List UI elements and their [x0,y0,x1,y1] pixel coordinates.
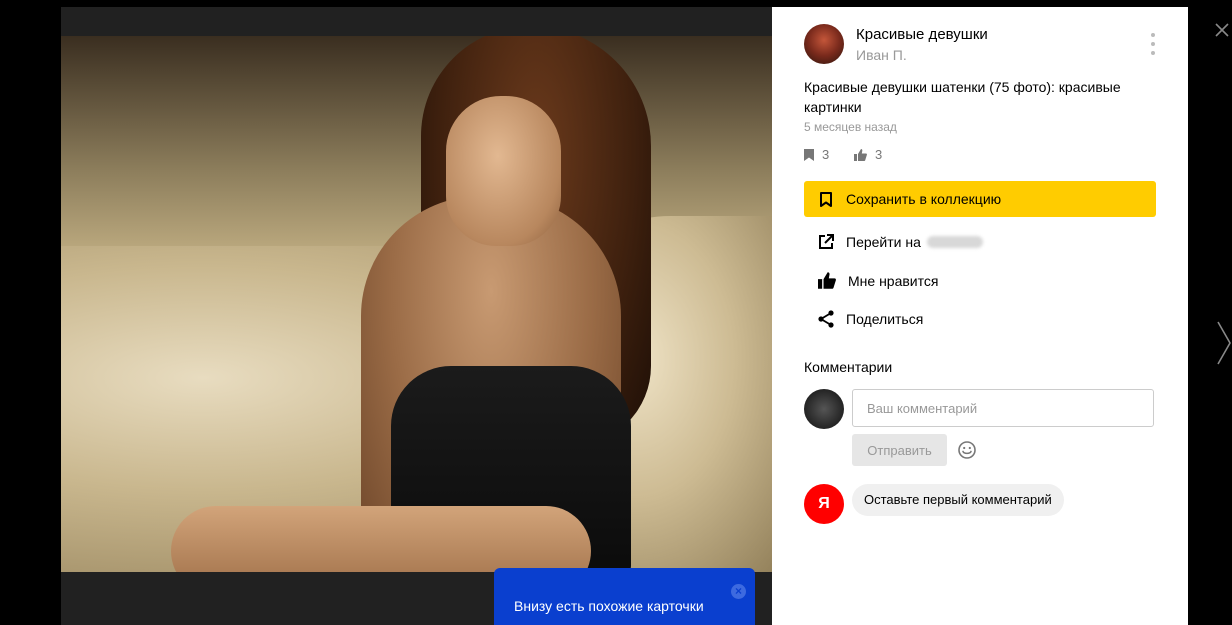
thumbs-up-icon [854,148,867,161]
external-link-icon [819,234,834,249]
photo-figure-face [446,96,561,246]
next-arrow-icon[interactable] [1216,320,1232,366]
comment-input[interactable] [852,389,1154,427]
goto-source-link[interactable]: Перейти на [818,234,983,250]
author-name[interactable]: Иван П. [856,47,907,63]
photo-figure-leg [171,506,591,572]
emoji-icon[interactable] [958,441,976,459]
comments-title: Комментарии [804,359,893,375]
main-photo[interactable] [61,36,772,572]
likes-count: 3 [875,147,883,162]
more-options-icon[interactable] [1148,33,1158,55]
share-button[interactable]: Поделиться [818,310,923,328]
similar-cards-toast[interactable]: Внизу есть похожие карточки × [494,568,755,625]
thumbs-up-icon [818,272,836,289]
goto-label: Перейти на [846,234,921,250]
toast-close-icon[interactable]: × [731,584,746,599]
avatar[interactable] [804,24,844,64]
like-button[interactable]: Мне нравится [818,272,938,289]
saves-count: 3 [822,147,830,162]
close-icon[interactable] [1212,20,1232,40]
first-comment-prompt: Оставьте первый комментарий [852,484,1064,516]
blurred-source-host [926,236,983,248]
media-area: Внизу есть похожие карточки × [61,7,772,625]
board-title[interactable]: Красивые девушки [856,26,988,43]
share-icon [818,310,834,328]
saves-stat: 3 [804,147,829,162]
card-details-panel: Красивые девушки Иван П. Красивые девушк… [772,7,1188,625]
image-viewer: Внизу есть похожие карточки × Красивые д… [0,0,1232,625]
likes-stat: 3 [854,147,882,162]
bookmark-icon [820,191,832,207]
toast-text: Внизу есть похожие карточки [514,598,704,614]
yandex-avatar: Я [804,484,844,524]
send-comment-button[interactable]: Отправить [852,434,947,466]
save-to-collection-button[interactable]: Сохранить в коллекцию [804,181,1156,217]
save-button-label: Сохранить в коллекцию [846,191,1002,207]
current-user-avatar [804,389,844,429]
share-label: Поделиться [846,311,924,327]
card-description: Красивые девушки шатенки (75 фото): крас… [804,79,1121,115]
bookmark-icon [804,148,814,161]
card-timestamp: 5 месяцев назад [804,120,897,134]
like-label: Мне нравится [848,272,939,289]
